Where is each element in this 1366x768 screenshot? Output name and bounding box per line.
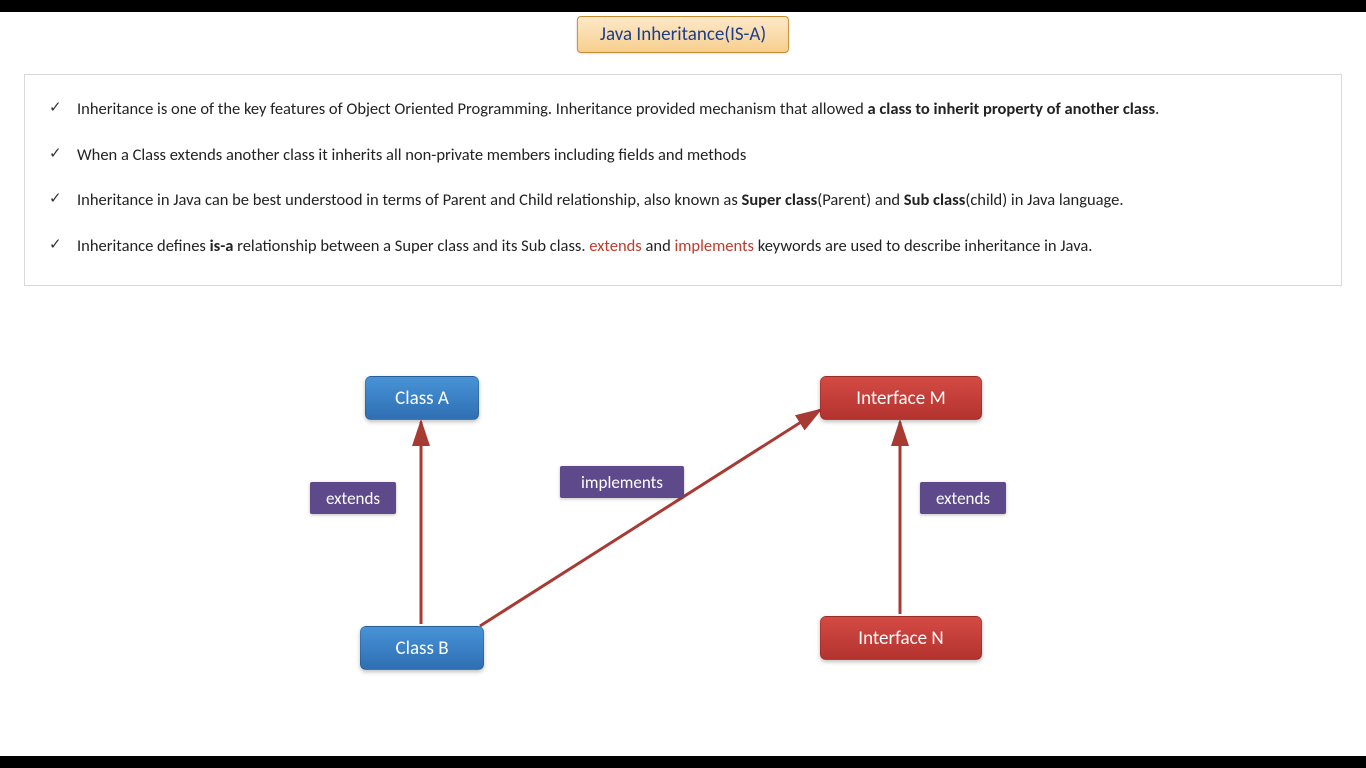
bullet-text: Inheritance defines [77, 236, 210, 256]
node-interface-m: Interface M [820, 376, 982, 420]
bullet-list: Inheritance is one of the key features o… [49, 87, 1317, 269]
bullet-item: Inheritance defines is-a relationship be… [49, 224, 1317, 270]
bullet-panel: Inheritance is one of the key features o… [24, 74, 1342, 286]
node-class-a: Class A [365, 376, 479, 420]
bullet-text: (Parent) and [817, 190, 904, 210]
keyword-text: extends [589, 236, 642, 256]
page-title: Java Inheritance(IS-A) [577, 16, 789, 53]
bullet-text: and [642, 236, 675, 256]
bold-text: Super class [742, 190, 818, 210]
arrow-classB-interfaceM [480, 410, 820, 626]
bold-text: a class to inherit property of another c… [868, 99, 1156, 119]
edge-label-extends-right: extends [920, 482, 1006, 514]
diagram-arrows [0, 342, 1366, 756]
bullet-text: Inheritance in Java can be best understo… [77, 190, 742, 210]
bullet-item: When a Class extends another class it in… [49, 133, 1317, 179]
edge-label-extends-left: extends [310, 482, 396, 514]
bullet-item: Inheritance in Java can be best understo… [49, 178, 1317, 224]
bold-text: Sub class [904, 190, 966, 210]
edge-label-implements: implements [560, 466, 684, 498]
bullet-text: Inheritance is one of the key features o… [77, 99, 868, 119]
bullet-text: . [1155, 99, 1159, 119]
bullet-text: keywords are used to describe inheritanc… [754, 236, 1092, 256]
node-interface-n: Interface N [820, 616, 982, 660]
bullet-text: relationship between a Super class and i… [233, 236, 589, 256]
inheritance-diagram: Class A Class B Interface M Interface N … [0, 342, 1366, 756]
bullet-item: Inheritance is one of the key features o… [49, 87, 1317, 133]
bullet-text: (child) in Java language. [965, 190, 1123, 210]
bold-text: is-a [210, 236, 234, 256]
bullet-text: When a Class extends another class it in… [77, 145, 746, 165]
node-class-b: Class B [360, 626, 484, 670]
keyword-text: implements [674, 236, 754, 256]
